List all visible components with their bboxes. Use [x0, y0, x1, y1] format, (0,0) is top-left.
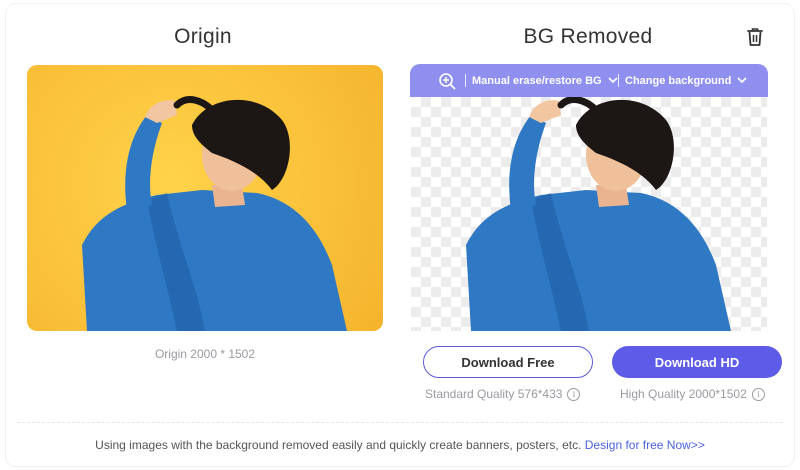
- chevron-down-icon: [608, 75, 618, 87]
- info-icon[interactable]: i: [567, 387, 581, 401]
- original-photo-figure: [82, 96, 347, 331]
- change-background-dropdown[interactable]: Change background: [625, 64, 747, 97]
- zoom-in-icon[interactable]: [436, 64, 458, 97]
- toolbar-separator: [618, 74, 619, 87]
- cutout-photo-figure: [466, 97, 731, 331]
- bg-removed-image: [411, 97, 767, 331]
- promo-message: Using images with the background removed…: [95, 438, 585, 452]
- chevron-down-icon: [737, 75, 747, 87]
- change-background-label: Change background: [625, 74, 732, 87]
- bg-removed-title: BG Removed: [523, 25, 653, 48]
- promo-text: Using images with the background removed…: [0, 438, 800, 452]
- divider: [17, 422, 783, 423]
- download-hd-button[interactable]: Download HD: [612, 346, 782, 378]
- toolbar-separator: [465, 74, 466, 87]
- original-image: [27, 65, 383, 331]
- manual-erase-restore-dropdown[interactable]: Manual erase/restore BG: [472, 64, 618, 97]
- standard-quality-label: Standard Quality 576*433: [425, 387, 563, 401]
- origin-size-caption: Origin 2000 * 1502: [154, 347, 256, 361]
- info-icon[interactable]: i: [751, 387, 765, 401]
- high-quality-info: High Quality 2000*1502 i: [620, 387, 765, 401]
- design-for-free-link[interactable]: Design for free Now>>: [585, 438, 705, 452]
- trash-icon[interactable]: [744, 26, 766, 48]
- high-quality-label: High Quality 2000*1502: [620, 387, 747, 401]
- manual-erase-label: Manual erase/restore BG: [472, 74, 602, 87]
- standard-quality-info: Standard Quality 576*433 i: [425, 387, 581, 401]
- edit-toolbar: Manual erase/restore BG Change backgroun…: [410, 64, 768, 97]
- origin-title: Origin: [174, 25, 232, 48]
- download-free-button[interactable]: Download Free: [423, 346, 593, 378]
